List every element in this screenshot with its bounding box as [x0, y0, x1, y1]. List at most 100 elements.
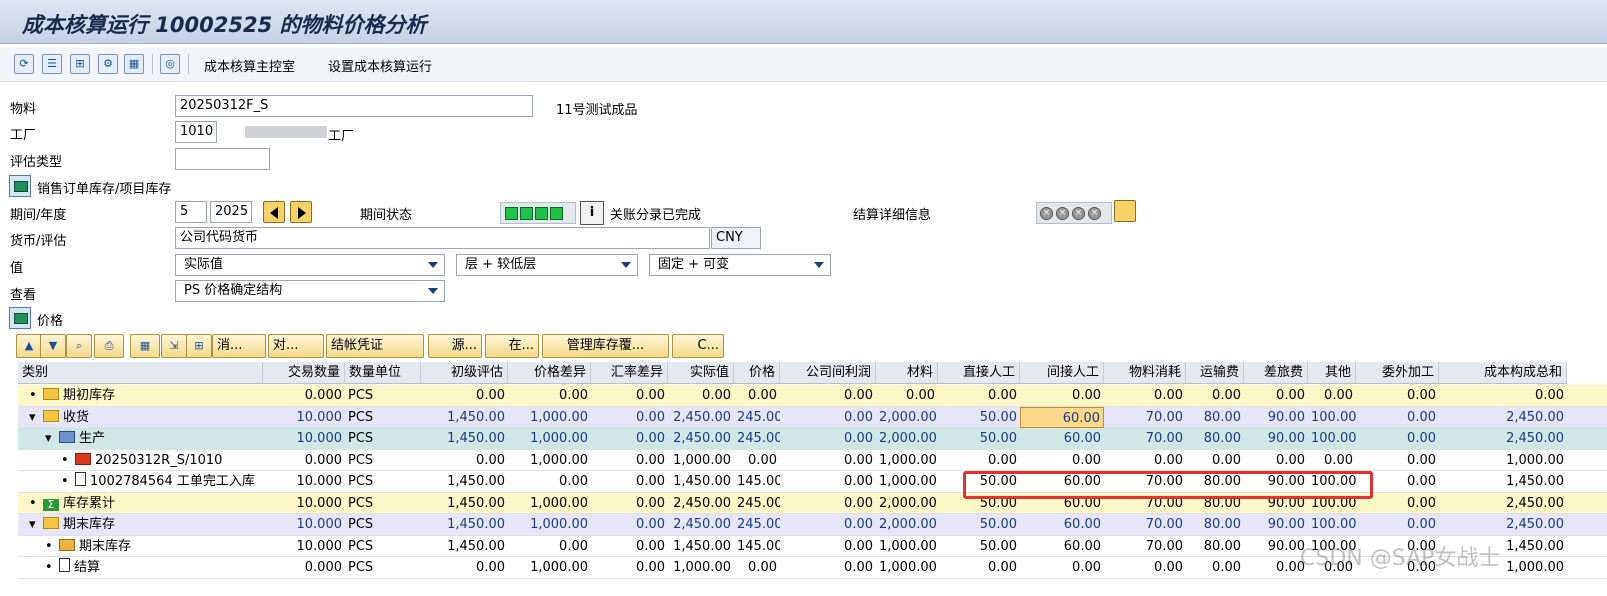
table-cell[interactable]: 0.00: [668, 385, 734, 406]
table-cell[interactable]: PCS: [345, 493, 421, 514]
export-icon[interactable]: ⇲: [161, 334, 187, 358]
table-cell[interactable]: 10.000: [263, 536, 345, 557]
column-header[interactable]: 交易数量: [263, 362, 345, 384]
table-cell[interactable]: 245.00: [734, 407, 780, 428]
plant-field[interactable]: 1010: [175, 121, 217, 143]
table-cell[interactable]: 10.000: [263, 428, 345, 449]
table-cell[interactable]: 70.00: [1104, 428, 1186, 449]
table-cell[interactable]: 1,000.00: [508, 428, 591, 449]
hierarchy-icon[interactable]: ⊞: [70, 54, 90, 74]
table-cell[interactable]: 0.00: [591, 471, 668, 492]
table-cell[interactable]: 2,000.00: [876, 428, 938, 449]
tree-bullet-icon[interactable]: •: [61, 471, 75, 492]
table-row[interactable]: • 期初库存 0.000 PCS 0.00 0.00 0.00 0.00 0.00 0.00 0.0…: [18, 385, 1607, 407]
column-header[interactable]: 初级评估: [421, 362, 508, 384]
table-cell[interactable]: 100.00: [1308, 407, 1356, 428]
table-cell[interactable]: 100.00: [1308, 428, 1356, 449]
table-cell[interactable]: 1,000.00: [876, 450, 938, 471]
column-header[interactable]: 公司间利润: [780, 362, 876, 384]
table-cell[interactable]: 0.00: [1356, 385, 1439, 406]
table-row[interactable]: ▾ 生产 10.000 PCS 1,450.00 1,000.00 0.00 2,450.00…: [18, 428, 1607, 450]
table-cell[interactable]: 0.00: [1104, 557, 1186, 578]
table-cell[interactable]: 0.000: [263, 557, 345, 578]
table-cell[interactable]: 1,000.00: [508, 407, 591, 428]
material-field[interactable]: 20250312F_S: [175, 95, 533, 117]
table-cell[interactable]: 0.00: [780, 450, 876, 471]
table-cell[interactable]: 0.00: [1020, 385, 1104, 406]
table-cell[interactable]: 1,000.00: [876, 557, 938, 578]
refresh-icon[interactable]: ⟳: [14, 54, 34, 74]
search-icon[interactable]: ◎: [160, 54, 180, 74]
table-row[interactable]: ▾ 期末库存 10.000 PCS 1,450.00 1,000.00 0.00 2,450.…: [18, 514, 1607, 536]
print-icon[interactable]: ⎙: [94, 334, 124, 358]
table-cell[interactable]: 2,450.00: [668, 514, 734, 535]
in-button[interactable]: 在...: [485, 334, 539, 358]
table-cell[interactable]: 1,000.00: [508, 557, 591, 578]
sort-ascending-icon[interactable]: ▲: [16, 334, 42, 358]
table-cell[interactable]: 0.00: [938, 385, 1020, 406]
table-cell[interactable]: 0.00: [876, 385, 938, 406]
display-icon[interactable]: ☰: [42, 54, 62, 74]
tree-bullet-icon[interactable]: •: [45, 536, 59, 557]
table-cell[interactable]: 2,450.00: [668, 407, 734, 428]
expand-toggle-icon[interactable]: [9, 175, 31, 197]
table-cell[interactable]: 0.00: [1186, 450, 1244, 471]
table-cell[interactable]: 0.00: [1244, 450, 1308, 471]
column-header[interactable]: 物料消耗: [1104, 362, 1186, 384]
reconcile-button[interactable]: 对...: [268, 334, 324, 358]
row-label-cell[interactable]: • 结算: [18, 557, 263, 578]
closing-document-button[interactable]: 结帐凭证: [326, 334, 424, 358]
table-cell[interactable]: 0.00: [1244, 557, 1308, 578]
table-cell[interactable]: 0.00: [591, 450, 668, 471]
table-cell[interactable]: 2,450.00: [1439, 407, 1567, 428]
table-cell[interactable]: PCS: [345, 407, 421, 428]
column-header[interactable]: 直接人工: [938, 362, 1020, 384]
tree-bullet-icon[interactable]: •: [29, 493, 43, 514]
table-cell[interactable]: PCS: [345, 514, 421, 535]
table-cell[interactable]: 90.00: [1244, 428, 1308, 449]
table-row[interactable]: • 20250312R_S/1010 0.000 PCS 0.00 1,000.00 0.0…: [18, 449, 1607, 471]
table-cell[interactable]: 1,450.00: [1439, 471, 1567, 492]
table-cell[interactable]: 0.00: [938, 450, 1020, 471]
table-cell[interactable]: 0.00: [1104, 385, 1186, 406]
table-cell[interactable]: 70.00: [1104, 514, 1186, 535]
table-cell[interactable]: PCS: [345, 428, 421, 449]
table-cell[interactable]: 245.00: [734, 493, 780, 514]
column-header[interactable]: 运输费: [1186, 362, 1244, 384]
table-cell[interactable]: 0.00: [734, 450, 780, 471]
table-cell[interactable]: 80.00: [1186, 428, 1244, 449]
table-cell[interactable]: 0.00: [780, 557, 876, 578]
table-cell[interactable]: 80.00: [1186, 514, 1244, 535]
row-label-cell[interactable]: • Σ 库存累计: [18, 493, 263, 514]
table-cell[interactable]: 1,450.00: [668, 471, 734, 492]
table-cell[interactable]: 0.00: [591, 536, 668, 557]
table-cell[interactable]: 10.000: [263, 493, 345, 514]
table-cell[interactable]: 2,450.00: [1439, 493, 1567, 514]
level-select[interactable]: 层 + 较低层: [456, 254, 638, 276]
row-label-cell[interactable]: • 期末库存: [18, 536, 263, 557]
layout-icon[interactable]: ▦: [130, 334, 160, 358]
hierarchy-icon[interactable]: ⊞: [186, 334, 212, 358]
table-cell[interactable]: 1,450.00: [421, 514, 508, 535]
table-cell[interactable]: 0.00: [780, 407, 876, 428]
table-cell[interactable]: 0.00: [1356, 450, 1439, 471]
info-icon[interactable]: i: [580, 201, 604, 225]
find-icon[interactable]: ⌕: [66, 334, 92, 358]
table-cell[interactable]: 60.00: [1020, 536, 1104, 557]
table-cell[interactable]: 0.00: [734, 557, 780, 578]
collapse-icon[interactable]: ▾: [29, 407, 43, 428]
costing-cockpit-link[interactable]: 成本核算主控室: [204, 56, 295, 75]
row-label-cell[interactable]: • 期初库存: [18, 385, 263, 406]
table-cell[interactable]: 10.000: [263, 407, 345, 428]
table-cell[interactable]: PCS: [345, 557, 421, 578]
table-cell[interactable]: 2,450.00: [1439, 514, 1567, 535]
table-cell[interactable]: 0.00: [508, 536, 591, 557]
row-label-cell[interactable]: ▾ 期末库存: [18, 514, 263, 535]
table-cell[interactable]: 0.00: [591, 557, 668, 578]
table-cell[interactable]: 80.00: [1186, 407, 1244, 428]
column-header[interactable]: 材料: [876, 362, 938, 384]
table-cell[interactable]: 100.00: [1308, 514, 1356, 535]
column-header[interactable]: 价格差异: [508, 362, 591, 384]
table-cell[interactable]: 0.00: [591, 493, 668, 514]
table-cell[interactable]: 2,450.00: [668, 428, 734, 449]
